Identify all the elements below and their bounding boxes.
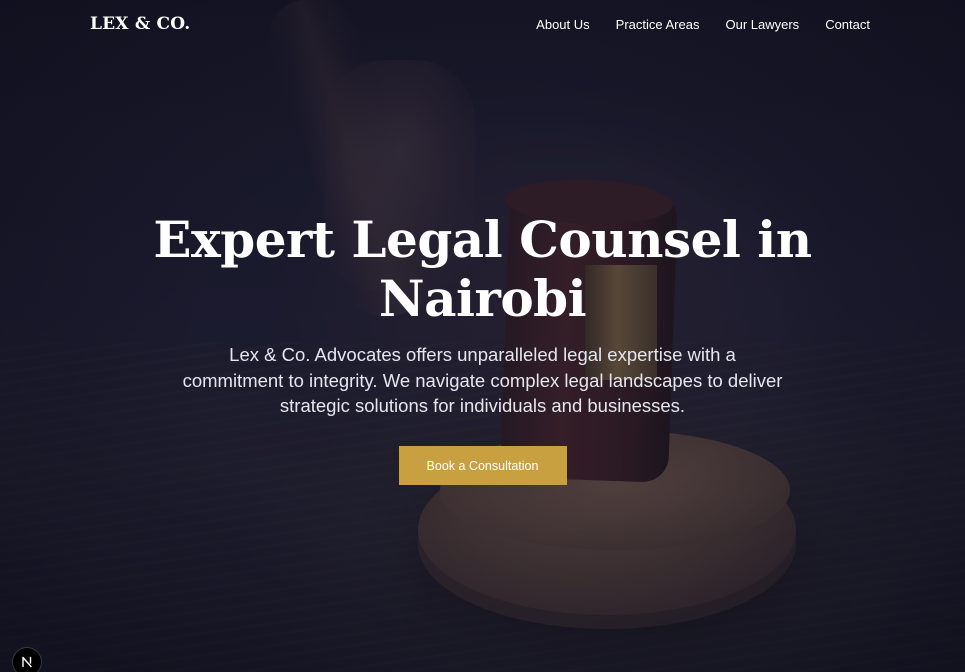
nextjs-dev-badge[interactable] <box>13 648 41 672</box>
hero-section: Expert Legal Counsel in Nairobi Lex & Co… <box>0 210 965 485</box>
nav-links: About Us Practice Areas Our Lawyers Cont… <box>536 17 870 32</box>
navbar: LEX & CO. About Us Practice Areas Our La… <box>0 0 965 50</box>
hero-title: Expert Legal Counsel in Nairobi <box>153 210 812 328</box>
book-consultation-button[interactable]: Book a Consultation <box>398 445 567 485</box>
nav-link-about-us[interactable]: About Us <box>536 17 589 32</box>
nav-link-our-lawyers[interactable]: Our Lawyers <box>725 17 799 32</box>
nav-link-practice-areas[interactable]: Practice Areas <box>616 17 700 32</box>
nextjs-logo-icon <box>21 656 33 668</box>
logo[interactable]: LEX & CO. <box>90 14 190 34</box>
nav-link-contact[interactable]: Contact <box>825 17 870 32</box>
hero-subtitle: Lex & Co. Advocates offers unparalleled … <box>182 344 783 416</box>
